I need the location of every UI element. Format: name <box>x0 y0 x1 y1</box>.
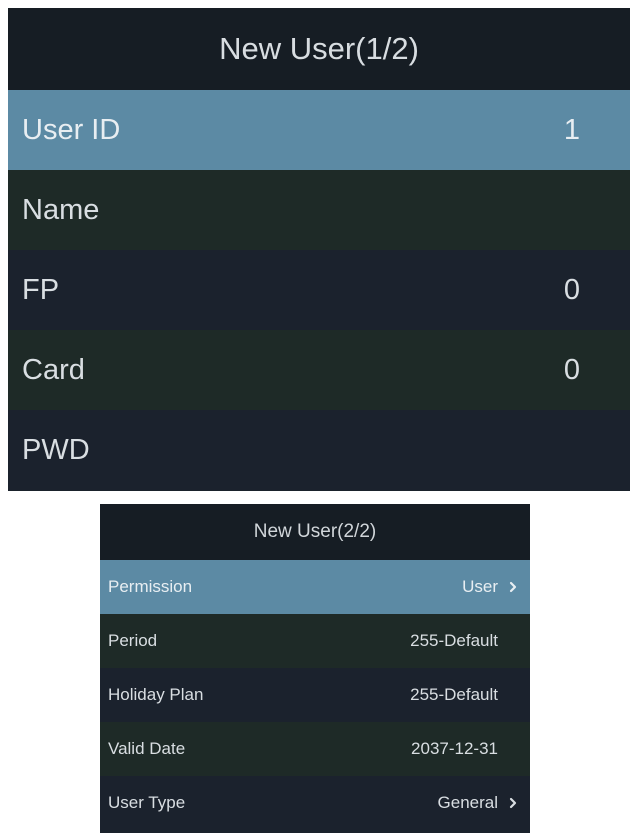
holiday-plan-row[interactable]: Holiday Plan 255-Default <box>100 668 530 722</box>
row-label: Permission <box>108 577 193 596</box>
pwd-row[interactable]: PWD <box>8 410 630 490</box>
row-label: User Type <box>108 793 186 812</box>
row-value-group: 255-Default <box>378 631 520 651</box>
row-value-group: 2037-12-31 <box>378 739 520 759</box>
row-value: 0 <box>563 273 580 306</box>
row-value: 2037-12-31 <box>411 739 498 758</box>
row-label: PWD <box>22 433 90 466</box>
name-row[interactable]: Name <box>8 170 630 250</box>
user-id-row[interactable]: User ID 1 <box>8 90 630 170</box>
row-value: 255-Default <box>410 685 498 704</box>
chevron-right-icon <box>506 796 520 810</box>
new-user-screen-2: New User(2/2) Permission User Period 255… <box>100 504 530 833</box>
row-label: User ID <box>22 113 121 146</box>
fp-row[interactable]: FP 0 <box>8 250 630 330</box>
row-label: Holiday Plan <box>108 685 204 704</box>
permission-row[interactable]: Permission User <box>100 560 530 614</box>
row-value-group: User <box>400 577 520 597</box>
row-value-group: General <box>400 793 520 813</box>
row-label: Period <box>108 631 158 650</box>
period-row[interactable]: Period 255-Default <box>100 614 530 668</box>
row-value-group: 255-Default <box>378 685 520 705</box>
row-label: FP <box>22 273 60 306</box>
chevron-right-icon <box>506 580 520 594</box>
screen-title: New User(1/2) <box>8 8 630 90</box>
row-label: Card <box>22 353 85 386</box>
screen-title: New User(2/2) <box>100 504 530 560</box>
row-value: General <box>437 793 498 812</box>
user-type-row[interactable]: User Type General <box>100 776 530 830</box>
row-value: 1 <box>563 113 580 146</box>
card-row[interactable]: Card 0 <box>8 330 630 410</box>
row-value: 255-Default <box>410 631 498 650</box>
row-value: User <box>462 577 498 596</box>
row-label: Name <box>22 193 100 226</box>
row-label: Valid Date <box>108 739 186 758</box>
new-user-screen-1: New User(1/2) User ID 1 Name FP 0 Card 0… <box>8 8 630 491</box>
row-value: 0 <box>563 353 580 386</box>
valid-date-row[interactable]: Valid Date 2037-12-31 <box>100 722 530 776</box>
